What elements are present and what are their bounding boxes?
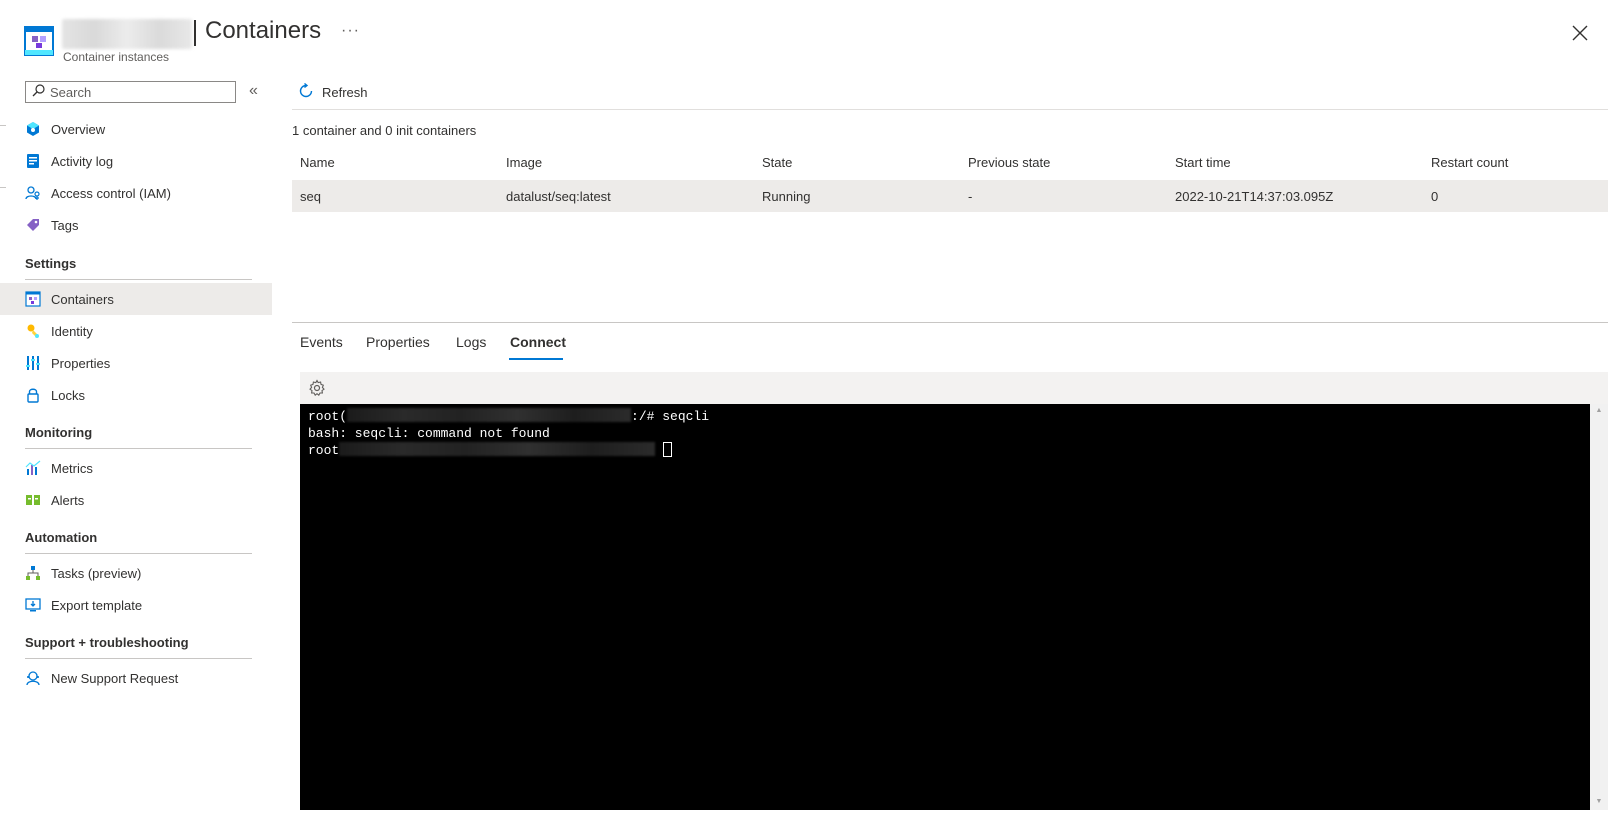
tag-icon: [24, 216, 42, 234]
sidebar-item-export-template[interactable]: Export template: [0, 589, 272, 621]
sidebar-item-label: Activity log: [51, 153, 114, 169]
sidebar-item-activity-log[interactable]: Activity log: [0, 145, 272, 177]
sidebar-item-label: Properties: [51, 355, 111, 371]
collapse-sidebar-button[interactable]: «: [249, 82, 258, 100]
container-instances-app-icon: [24, 26, 54, 56]
column-header-name[interactable]: Name: [300, 155, 335, 170]
page-subtitle: Container instances: [63, 50, 170, 64]
tab-logs[interactable]: Logs: [456, 334, 486, 350]
support-icon: [24, 669, 42, 687]
terminal-prompt-prefix: root: [308, 443, 340, 458]
search-input[interactable]: [50, 84, 220, 100]
cell-previous-state: -: [968, 189, 973, 204]
sidebar-item-label: Tags: [51, 217, 79, 233]
terminal-toolbar: [300, 372, 1608, 404]
page-title: Containers: [205, 17, 322, 44]
close-icon[interactable]: [1570, 23, 1590, 43]
cell-state: Running: [762, 189, 811, 204]
terminal-line: root( :/# seqcli: [308, 408, 709, 425]
group-divider: [25, 448, 252, 449]
sidebar-item-properties[interactable]: Properties: [0, 347, 272, 379]
sidebar-item-label: Export template: [51, 597, 143, 613]
column-header-image[interactable]: Image: [506, 155, 542, 170]
export-template-icon: [24, 596, 42, 614]
sidebar-group-automation: Automation: [25, 530, 98, 545]
column-header-restart-count[interactable]: Restart count: [1431, 155, 1508, 170]
sidebar-item-label: Overview: [51, 121, 106, 137]
toolbar-divider: [292, 109, 1608, 110]
sidebar-item-label: Access control (IAM): [51, 185, 171, 201]
cell-image: datalust/seq:latest: [506, 189, 611, 204]
sidebar-group-settings: Settings: [25, 256, 77, 271]
terminal-cursor: [663, 442, 673, 457]
overview-icon: [24, 120, 42, 138]
sidebar-item-new-support-request[interactable]: New Support Request: [0, 662, 272, 694]
scroll-down-arrow[interactable]: ▼: [1590, 798, 1608, 805]
sidebar-item-containers[interactable]: Containers: [0, 283, 272, 315]
containers-icon: [24, 290, 42, 308]
iam-icon: [24, 184, 42, 202]
table-row[interactable]: [292, 180, 1608, 212]
metrics-icon: [24, 459, 42, 477]
tab-properties[interactable]: Properties: [366, 334, 430, 350]
terminal-line: root: [308, 442, 673, 459]
group-divider: [25, 658, 252, 659]
column-header-start-time[interactable]: Start time: [1175, 155, 1231, 170]
sidebar-item-locks[interactable]: Locks: [0, 379, 272, 411]
more-options-button[interactable]: ···: [341, 22, 360, 40]
sidebar-item-access-control[interactable]: Access control (IAM): [0, 177, 272, 209]
refresh-button[interactable]: Refresh: [298, 82, 368, 102]
sidebar-item-label: Identity: [51, 323, 93, 339]
terminal-console[interactable]: root( :/# seqcli bash: seqcli: command no…: [300, 404, 1590, 810]
sidebar-item-label: Metrics: [51, 460, 93, 476]
pane-splitter[interactable]: [292, 322, 1608, 323]
identity-icon: [24, 322, 42, 340]
terminal-scrollbar[interactable]: ▲ ▼: [1590, 404, 1608, 810]
scroll-up-arrow[interactable]: ▲: [1590, 407, 1608, 414]
sidebar-search-box[interactable]: [25, 81, 236, 103]
column-header-previous-state[interactable]: Previous state: [968, 155, 1050, 170]
sidebar-item-label: Locks: [51, 387, 85, 403]
sidebar-item-label: Containers: [51, 291, 114, 307]
gear-icon[interactable]: [308, 379, 326, 397]
group-divider: [25, 279, 252, 280]
sidebar-item-tags[interactable]: Tags: [0, 209, 272, 241]
sidebar-group-monitoring: Monitoring: [25, 425, 93, 440]
alerts-icon: [24, 491, 42, 509]
search-icon: [32, 84, 45, 100]
sidebar-item-identity[interactable]: Identity: [0, 315, 272, 347]
lock-icon: [24, 386, 42, 404]
column-header-state[interactable]: State: [762, 155, 792, 170]
sidebar-item-label: New Support Request: [51, 670, 179, 686]
container-count-summary: 1 container and 0 init containers: [292, 123, 477, 138]
group-divider: [25, 553, 252, 554]
refresh-label: Refresh: [322, 85, 368, 100]
redacted-hostname: [339, 442, 656, 456]
activity-log-icon: [24, 152, 42, 170]
cell-restart-count: 0: [1431, 189, 1439, 204]
cell-start-time: 2022-10-21T14:37:03.095Z: [1175, 189, 1334, 204]
refresh-icon: [298, 82, 314, 102]
sidebar-item-label: Tasks (preview): [51, 565, 142, 581]
redacted-resource-name: [62, 19, 192, 49]
sidebar-item-alerts[interactable]: Alerts: [0, 484, 272, 516]
active-tab-indicator: [509, 358, 563, 360]
redacted-hostname: [347, 408, 632, 422]
tasks-icon: [24, 564, 42, 582]
terminal-line: bash: seqcli: command not found: [308, 426, 550, 441]
tab-events[interactable]: Events: [300, 334, 343, 350]
terminal-prompt-prefix: root(: [308, 409, 348, 424]
terminal-command: :/# seqcli: [631, 409, 710, 424]
cell-name: seq: [300, 189, 321, 204]
sidebar-item-label: Alerts: [51, 492, 85, 508]
sidebar-item-overview[interactable]: Overview: [0, 113, 272, 145]
sidebar-item-tasks[interactable]: Tasks (preview): [0, 557, 272, 589]
sidebar-group-support: Support + troubleshooting: [25, 635, 189, 650]
title-separator: [194, 20, 196, 46]
properties-icon: [24, 354, 42, 372]
tab-connect[interactable]: Connect: [510, 334, 566, 350]
sidebar-item-metrics[interactable]: Metrics: [0, 452, 272, 484]
